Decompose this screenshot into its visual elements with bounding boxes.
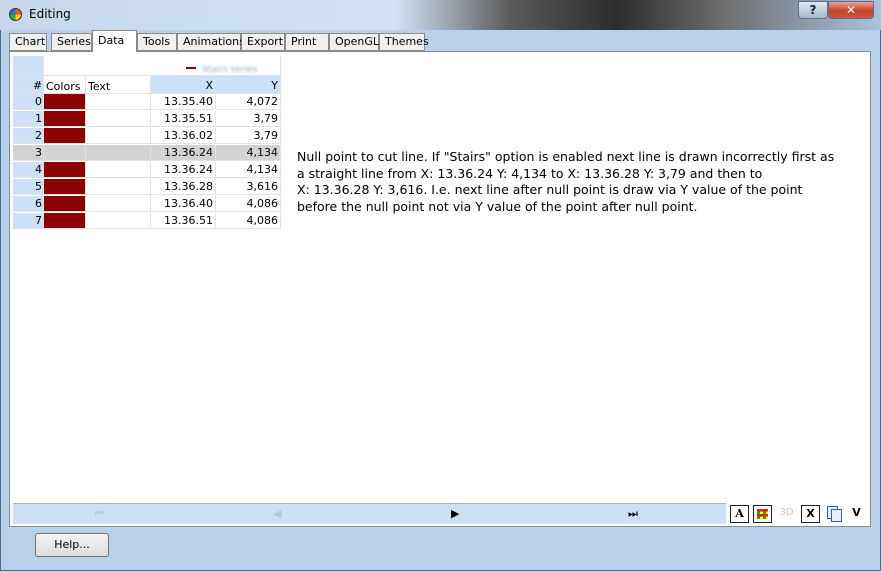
close-button[interactable]: ✕ [828,1,874,19]
corner-cell [13,56,44,76]
palette-button[interactable] [753,505,772,523]
series-color-dash [186,67,196,69]
row-color-swatch[interactable] [44,94,86,110]
row-number: 7 [13,213,44,229]
view-button[interactable]: V [847,505,866,523]
row-x[interactable]: 13.36.24 [151,162,216,178]
copy-icon-front [831,509,842,522]
row-color-swatch[interactable] [44,145,86,161]
copy-button[interactable] [825,505,844,523]
col-header-text[interactable]: Text [86,76,151,94]
nav-last-icon[interactable]: ⏭ [628,507,638,521]
row-color-swatch[interactable] [44,128,86,144]
row-x[interactable]: 13.36.02 [151,128,216,144]
record-navigator: ⏮ ◀ ▶ ⏭ [13,503,726,524]
app-icon [9,8,22,21]
row-y[interactable]: 4,134 [216,145,281,161]
delete-button[interactable]: X [801,505,820,523]
row-color-swatch[interactable] [44,179,86,195]
row-color-swatch[interactable] [44,111,86,127]
col-header-colors[interactable]: Colors [44,76,86,94]
3d-button[interactable]: 3D [777,505,796,523]
nav-first-icon[interactable]: ⏮ [95,507,105,521]
row-x[interactable]: 13.36.28 [151,179,216,195]
row-number: 1 [13,111,44,127]
row-y[interactable]: 4,086 [216,196,281,212]
nav-next-icon[interactable]: ▶ [451,507,459,520]
help-title-button[interactable]: ? [798,1,828,19]
help-button[interactable]: Help... [35,533,109,557]
font-button[interactable]: A [730,505,749,523]
tab-export[interactable]: Export [241,33,285,51]
col-header-y[interactable]: Y [216,76,281,94]
tab-chart[interactable]: Chart [9,33,47,51]
window-title: Editing [29,7,71,21]
tab-print[interactable]: Print [285,33,329,51]
row-text[interactable] [86,128,151,144]
row-y[interactable]: 3,79 [216,128,281,144]
row-y[interactable]: 4,086 [216,213,281,229]
row-x[interactable]: 13.36.40 [151,196,216,212]
row-number: 6 [13,196,44,212]
nav-prev-icon[interactable]: ◀ [273,507,281,520]
palette-icon [757,509,768,519]
row-text[interactable] [86,213,151,229]
row-number: 2 [13,128,44,144]
row-x[interactable]: 13.36.51 [151,213,216,229]
tab-opengl[interactable]: OpenGL [329,33,379,51]
tab-series[interactable]: Series [51,33,92,51]
row-y[interactable]: 4,072 [216,94,281,110]
row-color-swatch[interactable] [44,196,86,212]
col-header-num: # [13,76,44,94]
row-number: 4 [13,162,44,178]
tab-data[interactable]: Data [92,30,137,52]
row-text[interactable] [86,196,151,212]
grid-toolbar: A 3D X V [726,503,868,524]
title-bar[interactable]: Editing ? ✕ [0,0,881,30]
row-text[interactable] [86,94,151,110]
tab-tools[interactable]: Tools [137,33,177,51]
row-y[interactable]: 3,79 [216,111,281,127]
row-y[interactable]: 3,616 [216,179,281,195]
row-text[interactable] [86,162,151,178]
row-x[interactable]: 13.36.24 [151,145,216,161]
row-color-swatch[interactable] [44,162,86,178]
row-x[interactable]: 13.35.40 [151,94,216,110]
row-x[interactable]: 13.35.51 [151,111,216,127]
tab-themes[interactable]: Themes [379,33,429,51]
row-number: 5 [13,179,44,195]
row-text[interactable] [86,111,151,127]
series-name: Stairs series [202,65,258,75]
annotation-text: Null point to cut line. If "Stairs" opti… [297,149,835,214]
row-y[interactable]: 4,134 [216,162,281,178]
row-number: 0 [13,94,44,110]
row-text[interactable] [86,179,151,195]
tab-animations[interactable]: Animations [177,33,245,51]
col-header-x[interactable]: X [151,76,216,94]
series-header: Stairs series [44,56,281,76]
row-number: 3 [13,145,44,161]
row-color-swatch[interactable] [44,213,86,229]
row-text[interactable] [86,145,151,161]
